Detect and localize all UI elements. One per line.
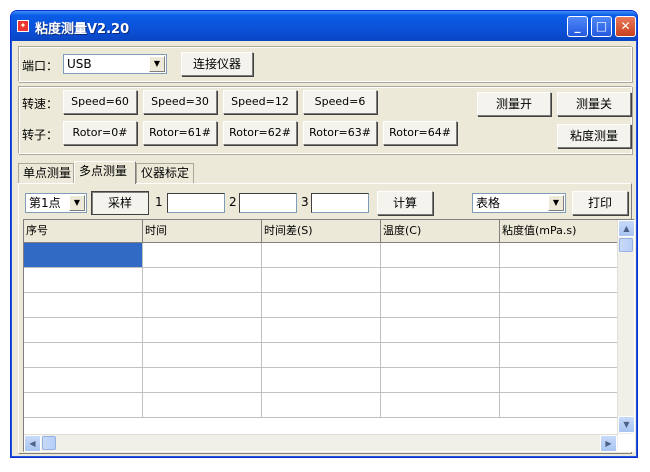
rotor-62-button[interactable]: Rotor=62#	[223, 121, 297, 145]
field-1-label: 1	[155, 195, 163, 209]
speed-60-button[interactable]: Speed=60	[63, 90, 137, 114]
chevron-down-icon[interactable]: ▼	[69, 195, 85, 211]
rotor-63-button[interactable]: Rotor=63#	[303, 121, 377, 145]
point-select[interactable]: 第1点 ▼	[25, 193, 87, 213]
grid-cell[interactable]	[143, 368, 262, 393]
scroll-right-icon[interactable]: ▶	[600, 435, 617, 451]
field-3-input[interactable]	[311, 193, 369, 213]
print-button[interactable]: 打印	[572, 191, 628, 215]
horizontal-scroll-thumb[interactable]	[42, 436, 56, 450]
close-button[interactable]: ✕	[615, 16, 636, 37]
rotor-0-button[interactable]: Rotor=0#	[63, 121, 137, 145]
grid-cell[interactable]	[381, 368, 500, 393]
grid-cell[interactable]	[24, 293, 143, 318]
scroll-left-icon[interactable]: ◀	[24, 435, 41, 451]
grid-cell[interactable]	[262, 343, 381, 368]
minimize-button[interactable]: _	[567, 16, 588, 37]
grid-cell[interactable]	[24, 393, 143, 418]
grid-header: 序号 时间 时间差(S) 温度(C) 粘度值(mPa.s)	[24, 220, 618, 243]
field-1-input[interactable]	[167, 193, 225, 213]
main-window: ✦ 粘度测量V2.20 _ □ ✕ 端口： USB ▼ 连接仪器 转速： Spe…	[10, 10, 638, 458]
grid-cell[interactable]	[24, 318, 143, 343]
rotor-61-button[interactable]: Rotor=61#	[143, 121, 217, 145]
horizontal-scrollbar[interactable]: ◀ ▶	[24, 434, 618, 451]
sample-button[interactable]: 采样	[91, 191, 149, 215]
grid-cell[interactable]	[381, 268, 500, 293]
tab-multi-point[interactable]: 多点测量	[74, 161, 136, 184]
chevron-down-icon[interactable]: ▼	[149, 56, 165, 72]
grid-cell[interactable]	[262, 393, 381, 418]
client-area: 端口： USB ▼ 连接仪器 转速： Speed=60 Speed=30 Spe…	[14, 42, 635, 455]
grid-cell[interactable]	[500, 293, 618, 318]
port-label: 端口：	[22, 59, 59, 73]
grid-cell[interactable]	[381, 343, 500, 368]
grid-cell[interactable]	[500, 243, 618, 268]
viscosity-measure-button[interactable]: 粘度测量	[557, 124, 631, 148]
title-bar[interactable]: ✦ 粘度测量V2.20 _ □ ✕	[11, 11, 637, 41]
multi-point-panel: 第1点 ▼ 采样 1 2 3 计算 表格 ▼ 打印 序号 时间 时间差(S) 温…	[18, 183, 635, 454]
data-grid[interactable]: 序号 时间 时间差(S) 温度(C) 粘度值(mPa.s) ▲ ▼ ◀ ▶	[23, 219, 635, 452]
speed-label: 转速：	[22, 97, 59, 111]
grid-cell[interactable]	[381, 243, 500, 268]
connect-button[interactable]: 连接仪器	[181, 52, 253, 76]
column-header-temperature[interactable]: 温度(C)	[381, 220, 500, 243]
vertical-scrollbar[interactable]: ▲ ▼	[617, 220, 634, 434]
scroll-up-icon[interactable]: ▲	[618, 220, 634, 237]
rotor-64-button[interactable]: Rotor=64#	[383, 121, 457, 145]
port-select-value: USB	[67, 57, 92, 71]
grid-cell[interactable]	[24, 343, 143, 368]
grid-cell[interactable]	[262, 293, 381, 318]
grid-cell[interactable]	[143, 318, 262, 343]
app-icon[interactable]: ✦	[17, 20, 29, 32]
tab-single-point[interactable]: 单点测量	[18, 163, 74, 183]
grid-cell[interactable]	[143, 268, 262, 293]
field-2-input[interactable]	[239, 193, 297, 213]
speed-12-button[interactable]: Speed=12	[223, 90, 297, 114]
window-title: 粘度测量V2.20	[35, 22, 130, 37]
scroll-down-icon[interactable]: ▼	[618, 416, 634, 433]
maximize-button[interactable]: □	[591, 16, 612, 37]
point-select-value: 第1点	[29, 196, 61, 210]
column-header-time-diff[interactable]: 时间差(S)	[262, 220, 381, 243]
grid-cell[interactable]	[262, 318, 381, 343]
measure-off-button[interactable]: 测量关	[557, 92, 631, 116]
grid-cell[interactable]	[262, 268, 381, 293]
grid-cell[interactable]	[381, 393, 500, 418]
measure-on-button[interactable]: 测量开	[477, 92, 551, 116]
grid-cell[interactable]	[143, 343, 262, 368]
speed-30-button[interactable]: Speed=30	[143, 90, 217, 114]
grid-cell[interactable]	[500, 343, 618, 368]
grid-cell[interactable]	[143, 243, 262, 268]
tab-calibration[interactable]: 仪器标定	[136, 163, 194, 183]
grid-cell[interactable]	[143, 393, 262, 418]
grid-cell[interactable]	[500, 393, 618, 418]
grid-cell[interactable]	[500, 318, 618, 343]
column-header-time[interactable]: 时间	[143, 220, 262, 243]
format-select[interactable]: 表格 ▼	[472, 193, 566, 213]
field-3-label: 3	[301, 195, 309, 209]
field-2-label: 2	[229, 195, 237, 209]
column-header-viscosity[interactable]: 粘度值(mPa.s)	[500, 220, 618, 243]
grid-cell[interactable]	[500, 268, 618, 293]
grid-cell[interactable]	[143, 293, 262, 318]
port-select[interactable]: USB ▼	[63, 54, 167, 74]
grid-cell[interactable]	[262, 243, 381, 268]
grid-cell[interactable]	[262, 368, 381, 393]
grid-cell[interactable]	[24, 268, 143, 293]
grid-cell[interactable]	[381, 293, 500, 318]
grid-cell[interactable]	[24, 368, 143, 393]
compute-button[interactable]: 计算	[377, 191, 433, 215]
column-header-index[interactable]: 序号	[24, 220, 143, 243]
grid-cell[interactable]	[381, 318, 500, 343]
chevron-down-icon[interactable]: ▼	[548, 195, 564, 211]
rotor-label: 转子：	[22, 128, 59, 142]
grid-cell[interactable]	[500, 368, 618, 393]
grid-cell[interactable]	[24, 243, 143, 268]
format-select-value: 表格	[476, 196, 501, 210]
vertical-scroll-thumb[interactable]	[619, 238, 633, 252]
speed-6-button[interactable]: Speed=6	[303, 90, 377, 114]
